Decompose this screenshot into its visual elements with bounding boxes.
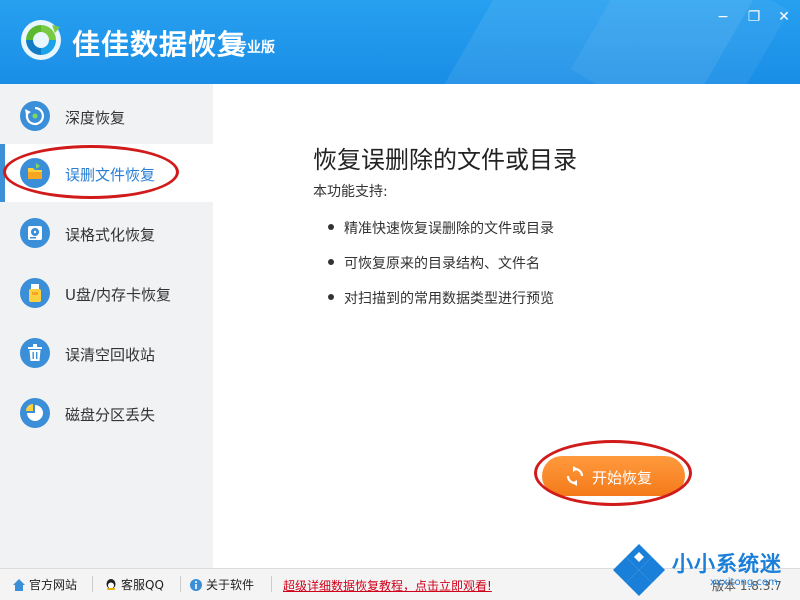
feature-text: 可恢复原来的目录结构、文件名 (344, 256, 540, 272)
start-recovery-button[interactable]: 开始恢复 (542, 456, 685, 496)
customer-service-qq-link[interactable]: 客服QQ (104, 576, 164, 593)
recycle-bin-icon (20, 338, 50, 368)
home-icon (13, 578, 25, 591)
app-edition: 专业版 (233, 40, 275, 56)
about-software-link[interactable]: 关于软件 (189, 576, 254, 593)
sidebar-item-partition-lost[interactable]: 磁盘分区丢失 (0, 384, 213, 442)
page-title: 恢复误删除的文件或目录 (313, 146, 577, 174)
official-site-link[interactable]: 官方网站 (12, 576, 77, 593)
sidebar-item-recycle-bin[interactable]: 误清空回收站 (0, 324, 213, 382)
footer-divider (92, 576, 93, 592)
app-title: 佳佳数据恢复 (72, 28, 247, 61)
info-icon (190, 578, 202, 591)
bullet-icon (328, 294, 334, 300)
sidebar-item-format-recovery[interactable]: 误格式化恢复 (0, 204, 213, 262)
sidebar-item-deep-recovery[interactable]: 深度恢复 (0, 87, 213, 145)
tutorial-promo-link[interactable]: 超级详细数据恢复教程，点击立即观看! (283, 577, 492, 594)
hard-disk-icon (20, 218, 50, 248)
folder-icon (20, 158, 50, 188)
start-recovery-label: 开始恢复 (592, 469, 653, 487)
feature-item: 对扫描到的常用数据类型进行预览 (328, 288, 554, 308)
sidebar-item-label: U盘/内存卡恢复 (65, 286, 172, 304)
partition-pie-icon (20, 398, 50, 428)
support-label: 本功能支持: (313, 184, 388, 200)
sidebar-item-label: 误清空回收站 (65, 346, 156, 364)
feature-item: 精准快速恢复误删除的文件或目录 (328, 218, 554, 238)
bullet-icon (328, 259, 334, 265)
qq-icon (106, 578, 116, 590)
title-bar: 佳佳数据恢复 专业版 − ❐ ✕ (0, 0, 800, 84)
about-software-label: 关于软件 (206, 578, 255, 592)
active-indicator (0, 144, 5, 202)
sidebar: 深度恢复 误删文件恢复 误格式化恢复 U盘/内存卡恢复 误清空回收站 磁盘分区丢… (0, 84, 213, 568)
sidebar-item-label: 误格式化恢复 (65, 226, 156, 244)
sidebar-item-label: 深度恢复 (65, 109, 126, 127)
maximize-button[interactable]: ❐ (743, 8, 765, 26)
footer: 官方网站 客服QQ 关于软件 超级详细数据恢复教程，点击立即观看! 版本 1.8… (0, 568, 800, 600)
close-button[interactable]: ✕ (773, 8, 795, 26)
footer-divider (180, 576, 181, 592)
footer-divider (271, 576, 272, 592)
customer-service-qq-label: 客服QQ (121, 578, 164, 592)
bullet-icon (328, 224, 334, 230)
official-site-label: 官方网站 (29, 578, 78, 592)
main-panel: 恢复误删除的文件或目录 本功能支持: 精准快速恢复误删除的文件或目录 可恢复原来… (213, 84, 800, 568)
sidebar-item-label: 误删文件恢复 (65, 166, 156, 184)
refresh-icon (566, 466, 584, 486)
feature-item: 可恢复原来的目录结构、文件名 (328, 253, 540, 273)
sidebar-item-label: 磁盘分区丢失 (65, 406, 156, 424)
sidebar-item-deleted-file-recovery[interactable]: 误删文件恢复 (0, 144, 213, 202)
app-logo-icon (21, 20, 61, 60)
usb-drive-icon (20, 278, 50, 308)
minimize-button[interactable]: − (712, 8, 734, 26)
feature-text: 精准快速恢复误删除的文件或目录 (344, 221, 554, 237)
sidebar-item-usb-recovery[interactable]: U盘/内存卡恢复 (0, 264, 213, 322)
version-label: 版本 1.8.3.7 (712, 579, 782, 593)
feature-text: 对扫描到的常用数据类型进行预览 (344, 291, 554, 307)
deep-recovery-icon (20, 101, 50, 131)
